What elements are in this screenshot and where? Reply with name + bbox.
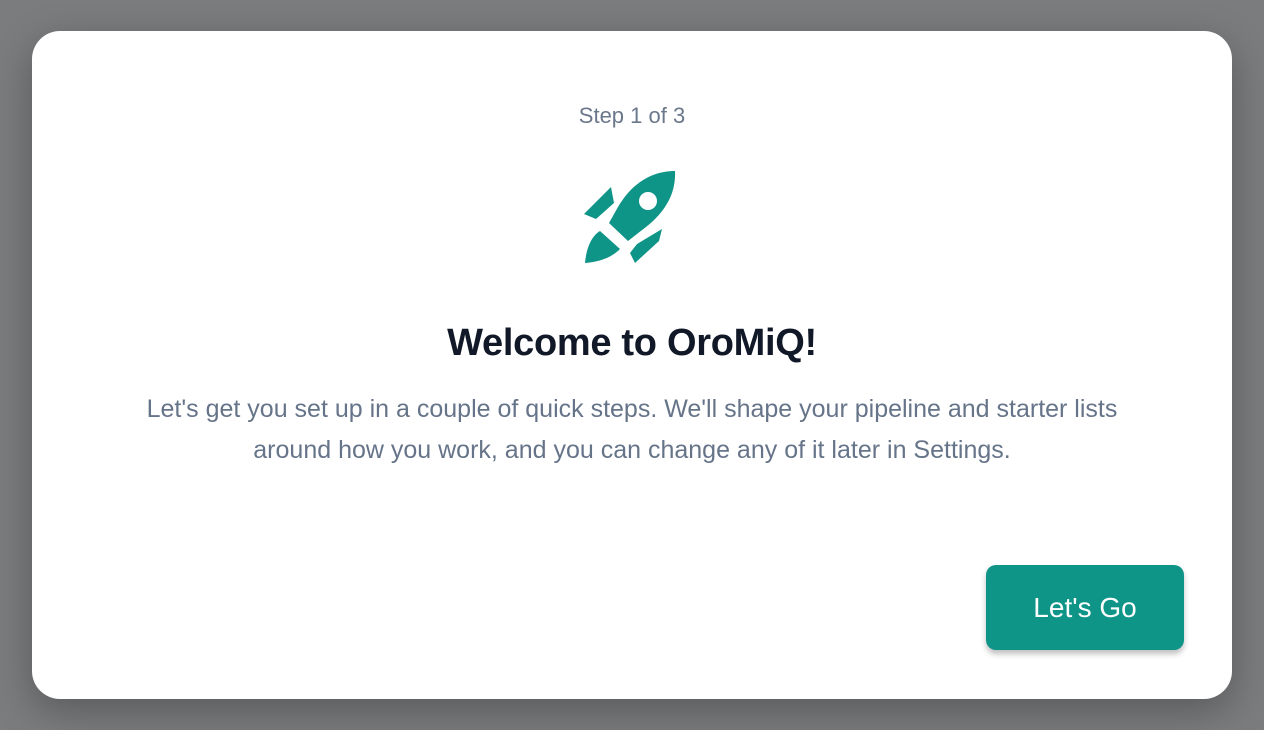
dialog-description: Let's get you set up in a couple of quic… xyxy=(72,389,1192,471)
rocket-icon xyxy=(582,169,682,265)
step-indicator: Step 1 of 3 xyxy=(578,103,686,128)
description-line: Let's get you set up in a couple of quic… xyxy=(146,395,1118,423)
lets-go-button[interactable]: Let's Go xyxy=(986,565,1184,650)
description-line: around how you work, and you can change … xyxy=(253,436,1011,464)
dialog-title: Welcome to OroMiQ! xyxy=(447,322,817,364)
onboarding-dialog: Step 1 of 3 Welcome to OroMiQ! Let's get… xyxy=(32,31,1232,699)
